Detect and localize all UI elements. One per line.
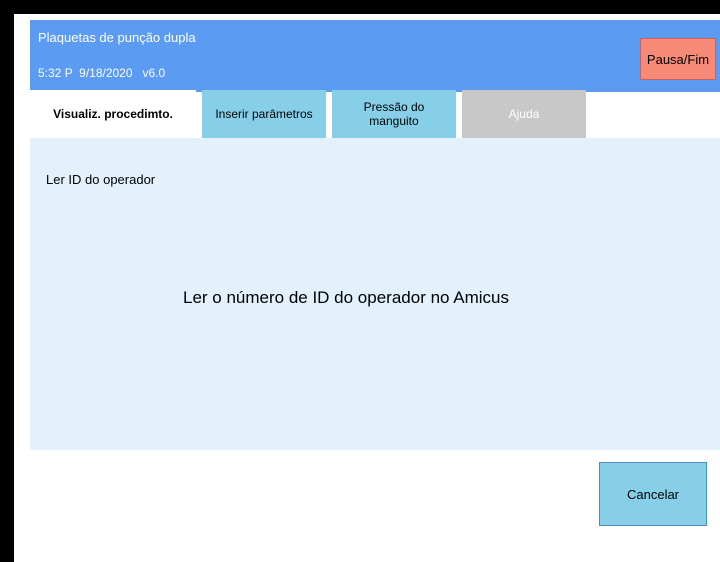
procedure-title: Plaquetas de punção dupla <box>38 30 196 45</box>
status-line: 5:32 P 9/18/2020 v6.0 <box>38 66 166 80</box>
pause-end-button[interactable]: Pausa/Fim <box>640 38 716 80</box>
app-screen: Plaquetas de punção dupla 5:32 P 9/18/20… <box>14 14 720 562</box>
tab-enter-parameters[interactable]: Inserir parâmetros <box>202 90 326 138</box>
tab-cuff-pressure-line2: manguito <box>369 114 419 128</box>
tab-cuff-pressure-line1: Pressão do <box>363 100 425 114</box>
tab-view-procedure[interactable]: Visualiz. procedimto. <box>30 90 196 138</box>
tab-cuff-pressure[interactable]: Pressão do manguito <box>332 90 456 138</box>
header-bar: Plaquetas de punção dupla 5:32 P 9/18/20… <box>30 20 720 92</box>
tab-help: Ajuda <box>462 90 586 138</box>
content-panel: Ler ID do operador Ler o número de ID do… <box>30 138 720 450</box>
main-message: Ler o número de ID do operador no Amicus <box>30 288 720 308</box>
cancel-button[interactable]: Cancelar <box>599 462 707 526</box>
instruction-label: Ler ID do operador <box>46 172 156 187</box>
main-message-text: Ler o número de ID do operador no Amicus <box>182 288 510 307</box>
